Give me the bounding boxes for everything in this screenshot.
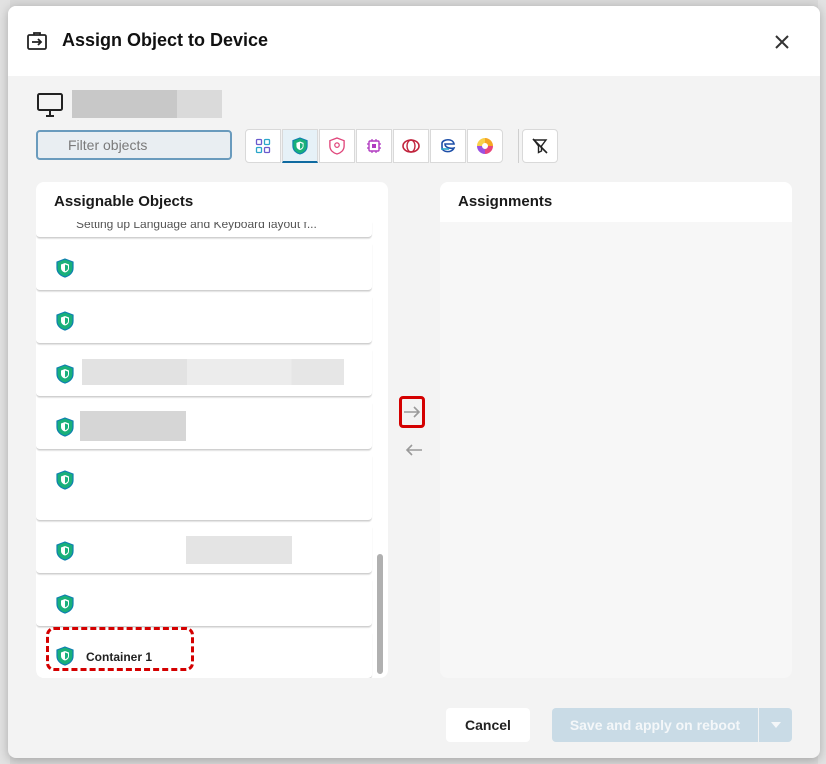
- assignments-panel: Assignments: [440, 182, 792, 678]
- filter-type-firmware[interactable]: [356, 129, 392, 163]
- list-item[interactable]: Setting up Language and Keyboard layout …: [36, 222, 372, 238]
- security-shield-icon: [56, 646, 74, 666]
- assign-object-dialog: Assign Object to Device Filter objects A…: [8, 6, 820, 758]
- profile-shield-icon: [329, 137, 345, 155]
- filter-clear-icon: [532, 138, 548, 154]
- monitor-icon: [37, 93, 63, 117]
- security-shield-icon: [56, 470, 74, 490]
- security-shield-icon: [56, 594, 74, 614]
- list-item[interactable]: [36, 456, 372, 521]
- toolbar-divider: [518, 129, 519, 163]
- list-item[interactable]: [36, 244, 372, 291]
- all-objects-icon: [255, 138, 271, 154]
- assignable-objects-header: Assignable Objects: [36, 182, 388, 222]
- item-name-redacted: [82, 359, 344, 385]
- citrix-icon: [402, 139, 420, 153]
- filter-type-color[interactable]: [467, 129, 503, 163]
- list-item[interactable]: [36, 580, 372, 627]
- item-name-redacted: [186, 536, 292, 564]
- security-shield-icon: [56, 541, 74, 561]
- color-wheel-icon: [477, 138, 493, 154]
- list-item[interactable]: [36, 403, 372, 450]
- chevron-down-icon: [770, 722, 781, 728]
- object-type-filter: [245, 129, 504, 163]
- edge-browser-icon: [441, 138, 456, 153]
- filter-objects-input[interactable]: [36, 130, 232, 160]
- save-apply-button[interactable]: Save and apply on reboot: [552, 708, 758, 742]
- security-shield-icon: [56, 417, 74, 437]
- filter-type-all[interactable]: [245, 129, 281, 163]
- assignable-objects-panel: Assignable Objects Setting up Language a…: [36, 182, 388, 678]
- assignable-objects-list[interactable]: Setting up Language and Keyboard layout …: [36, 222, 374, 678]
- assign-to-device-icon: [27, 32, 47, 50]
- cancel-button[interactable]: Cancel: [446, 708, 530, 742]
- item-name-redacted: [80, 411, 186, 441]
- arrow-right-icon: [404, 406, 421, 418]
- list-item-label: Container 1: [86, 650, 153, 664]
- close-icon[interactable]: [770, 30, 794, 54]
- device-name-redacted: [72, 90, 222, 118]
- assign-button[interactable]: [399, 396, 425, 428]
- dialog-header: Assign Object to Device: [8, 6, 820, 76]
- arrow-left-icon: [405, 444, 422, 456]
- save-options-dropdown[interactable]: [759, 708, 792, 742]
- list-item-label: Setting up Language and Keyboard layout …: [76, 222, 317, 231]
- security-shield-icon: [292, 136, 308, 155]
- list-item[interactable]: [36, 297, 372, 344]
- list-scrollbar[interactable]: [377, 554, 383, 674]
- assignments-header: Assignments: [440, 182, 792, 222]
- filter-type-security[interactable]: [282, 129, 318, 163]
- list-item[interactable]: [36, 350, 372, 397]
- filter-type-profile[interactable]: [319, 129, 355, 163]
- security-shield-icon: [56, 258, 74, 278]
- assignable-objects-title: Assignable Objects: [54, 193, 194, 210]
- clear-filter-button[interactable]: [522, 129, 558, 163]
- list-item[interactable]: [36, 527, 372, 574]
- list-item-container-1[interactable]: Container 1: [36, 633, 372, 678]
- firmware-chip-icon: [367, 139, 381, 153]
- unassign-button[interactable]: [402, 438, 426, 462]
- dialog-title: Assign Object to Device: [62, 30, 269, 50]
- security-shield-icon: [56, 364, 74, 384]
- filter-type-browser[interactable]: [430, 129, 466, 163]
- security-shield-icon: [56, 311, 74, 331]
- assignments-title: Assignments: [458, 193, 553, 210]
- filter-type-citrix[interactable]: [393, 129, 429, 163]
